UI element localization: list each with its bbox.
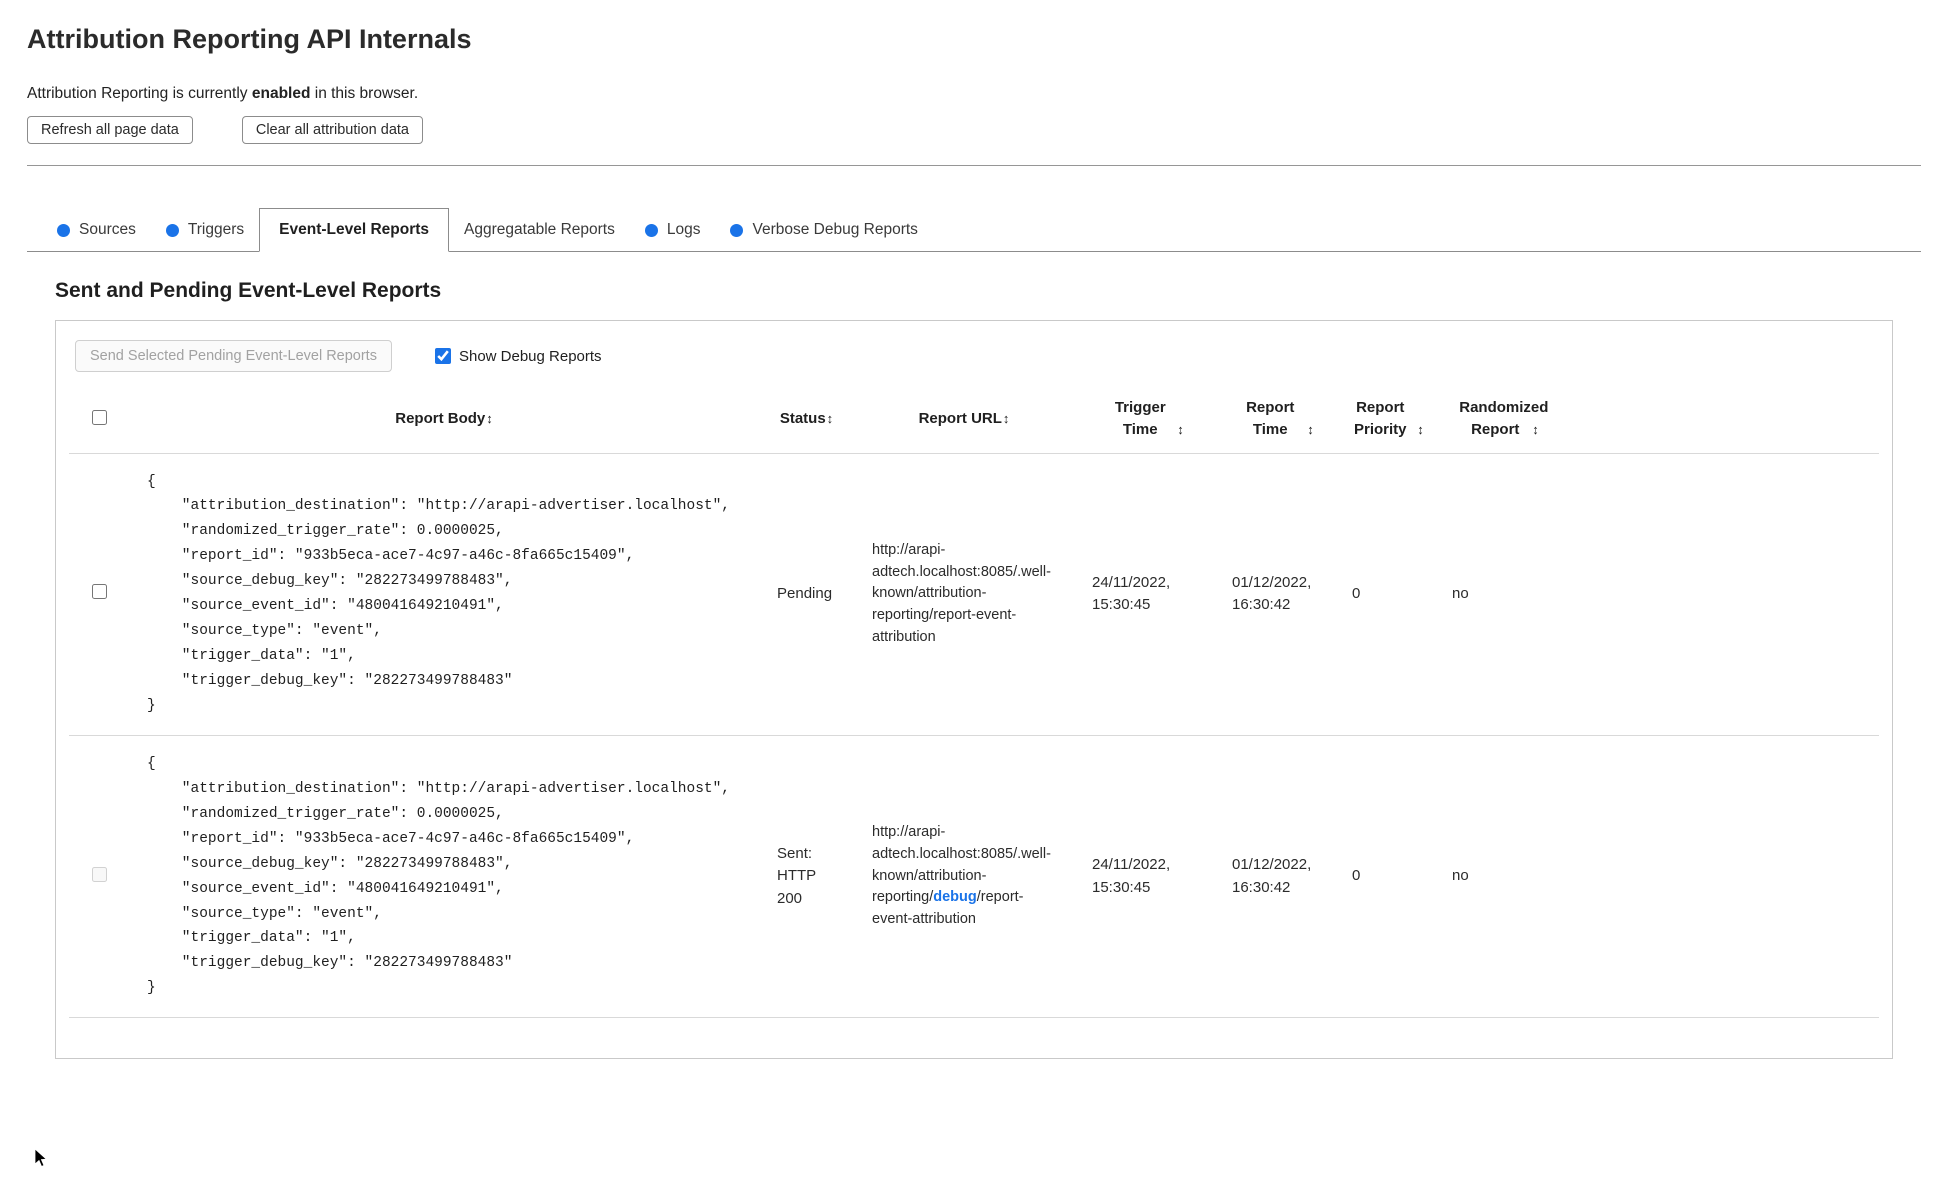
- event-level-reports-panel: Send Selected Pending Event-Level Report…: [55, 320, 1893, 1060]
- clear-all-attribution-data-button[interactable]: Clear all attribution data: [241, 116, 423, 144]
- tab-label: Event-Level Reports: [279, 221, 430, 238]
- report-body-cell: { "attribution_destination": "http://ara…: [129, 453, 759, 736]
- divider: [27, 165, 1921, 166]
- report-time-cell: 01/12/2022, 16:30:42: [1214, 453, 1334, 736]
- tab-sources[interactable]: Sources: [42, 209, 151, 251]
- report-priority-cell: 0: [1334, 453, 1434, 736]
- sort-icon: ↕: [1177, 421, 1184, 437]
- filler-cell: [1564, 453, 1879, 736]
- sort-icon: ↕: [826, 410, 834, 426]
- tab-verbose-debug-reports[interactable]: Verbose Debug Reports: [715, 209, 932, 251]
- new-data-dot-icon: [644, 223, 658, 237]
- sort-icon: ↕: [486, 410, 493, 426]
- row-checkbox[interactable]: [92, 584, 107, 600]
- header-randomized-report[interactable]: Randomized Report ↕: [1434, 387, 1564, 454]
- mouse-cursor-icon: [34, 1148, 48, 1168]
- tab-logs[interactable]: Logs: [630, 209, 716, 251]
- tab-aggregatable-reports[interactable]: Aggregatable Reports: [449, 209, 630, 251]
- header-label: Report Priority: [1353, 399, 1407, 438]
- tab-label: Verbose Debug Reports: [752, 221, 918, 238]
- table-header-row: Report Body↕ Status↕ Report URL↕ Trigger…: [69, 387, 1879, 454]
- report-body-cell: { "attribution_destination": "http://ara…: [129, 735, 759, 1019]
- report-time-cell: 01/12/2022, 16:30:42: [1214, 735, 1334, 1019]
- header-report-url[interactable]: Report URL↕: [854, 387, 1074, 454]
- header-label: Report Body: [395, 409, 486, 427]
- status-cell: Sent: HTTP 200: [759, 735, 854, 1019]
- new-data-dot-icon: [165, 223, 179, 237]
- header-report-body[interactable]: Report Body↕: [129, 387, 759, 454]
- sort-icon: ↕: [1002, 410, 1010, 426]
- section-heading: Sent and Pending Event-Level Reports: [55, 279, 442, 302]
- header-report-time[interactable]: Report Time ↕: [1214, 387, 1334, 454]
- header-label: Randomized Report: [1459, 399, 1549, 438]
- page-actions: Refresh all page data Clear all attribut…: [27, 116, 1921, 144]
- header-label: Report Time: [1246, 399, 1295, 438]
- sort-icon: ↕: [1417, 421, 1424, 437]
- header-report-priority[interactable]: Report Priority ↕: [1334, 387, 1434, 454]
- header-trigger-time[interactable]: Trigger Time ↕: [1074, 387, 1214, 454]
- report-controls: Send Selected Pending Event-Level Report…: [75, 340, 1879, 372]
- randomized-report-cell: no: [1434, 735, 1564, 1019]
- event-level-reports-table: Report Body↕ Status↕ Report URL↕ Trigger…: [69, 387, 1879, 1019]
- report-priority-cell: 0: [1334, 735, 1434, 1019]
- header-status[interactable]: Status↕: [759, 387, 854, 454]
- sort-icon: ↕: [1532, 421, 1539, 437]
- show-debug-reports-checkbox[interactable]: [434, 348, 451, 364]
- tab-label: Logs: [666, 221, 701, 238]
- page-title: Attribution Reporting API Internals: [27, 24, 472, 54]
- report-body-json: { "attribution_destination": "http://ara…: [147, 755, 730, 997]
- row-select-cell: [69, 735, 129, 1019]
- report-body-json: { "attribution_destination": "http://ara…: [147, 473, 730, 714]
- header-label: Report URL: [918, 409, 1002, 427]
- report-row-sent: { "attribution_destination": "http://ara…: [69, 735, 1879, 1019]
- report-url-cell: http://arapi-adtech.localhost:8085/.well…: [854, 453, 1074, 736]
- report-url-text: http://arapi-adtech.localhost:8085/.well…: [872, 541, 1051, 645]
- randomized-report-cell: no: [1434, 453, 1564, 736]
- tab-label: Aggregatable Reports: [464, 221, 615, 238]
- show-debug-reports-toggle[interactable]: Show Debug Reports: [434, 347, 602, 365]
- refresh-all-page-data-button[interactable]: Refresh all page data: [27, 116, 193, 144]
- tab-triggers[interactable]: Triggers: [151, 209, 259, 251]
- header-filler: [1564, 387, 1879, 454]
- status-text-prefix: Attribution Reporting is currently: [27, 85, 252, 102]
- tab-event-level-reports[interactable]: Event-Level Reports: [259, 208, 450, 252]
- trigger-time-cell: 24/11/2022, 15:30:45: [1074, 735, 1214, 1019]
- status-text-suffix: in this browser.: [310, 85, 419, 102]
- report-url-cell: http://arapi-adtech.localhost:8085/.well…: [854, 735, 1074, 1019]
- new-data-dot-icon: [57, 223, 70, 237]
- header-label: Trigger Time: [1114, 399, 1166, 438]
- tab-label: Sources: [79, 221, 136, 238]
- send-selected-reports-button[interactable]: Send Selected Pending Event-Level Report…: [75, 340, 392, 372]
- attribution-internals-page: Attribution Reporting API Internals Attr…: [0, 0, 1948, 1060]
- new-data-dot-icon: [730, 223, 744, 237]
- status-cell: Pending: [759, 453, 854, 736]
- select-all-checkbox[interactable]: [92, 410, 107, 426]
- row-select-cell: [69, 453, 129, 736]
- tab-strip: Sources Triggers Event-Level Reports Agg…: [27, 208, 1921, 252]
- status-enabled-text: enabled: [251, 85, 311, 102]
- show-debug-reports-label: Show Debug Reports: [458, 347, 602, 365]
- header-select-all: [69, 387, 129, 454]
- trigger-time-cell: 24/11/2022, 15:30:45: [1074, 453, 1214, 736]
- filler-cell: [1564, 735, 1879, 1019]
- status-line: Attribution Reporting is currently enabl…: [27, 85, 1921, 103]
- row-checkbox-disabled: [92, 866, 107, 882]
- sort-icon: ↕: [1307, 421, 1314, 437]
- header-label: Status: [779, 409, 826, 427]
- debug-url-segment: debug: [933, 889, 977, 906]
- report-row-pending: { "attribution_destination": "http://ara…: [69, 453, 1879, 736]
- tab-label: Triggers: [187, 221, 245, 238]
